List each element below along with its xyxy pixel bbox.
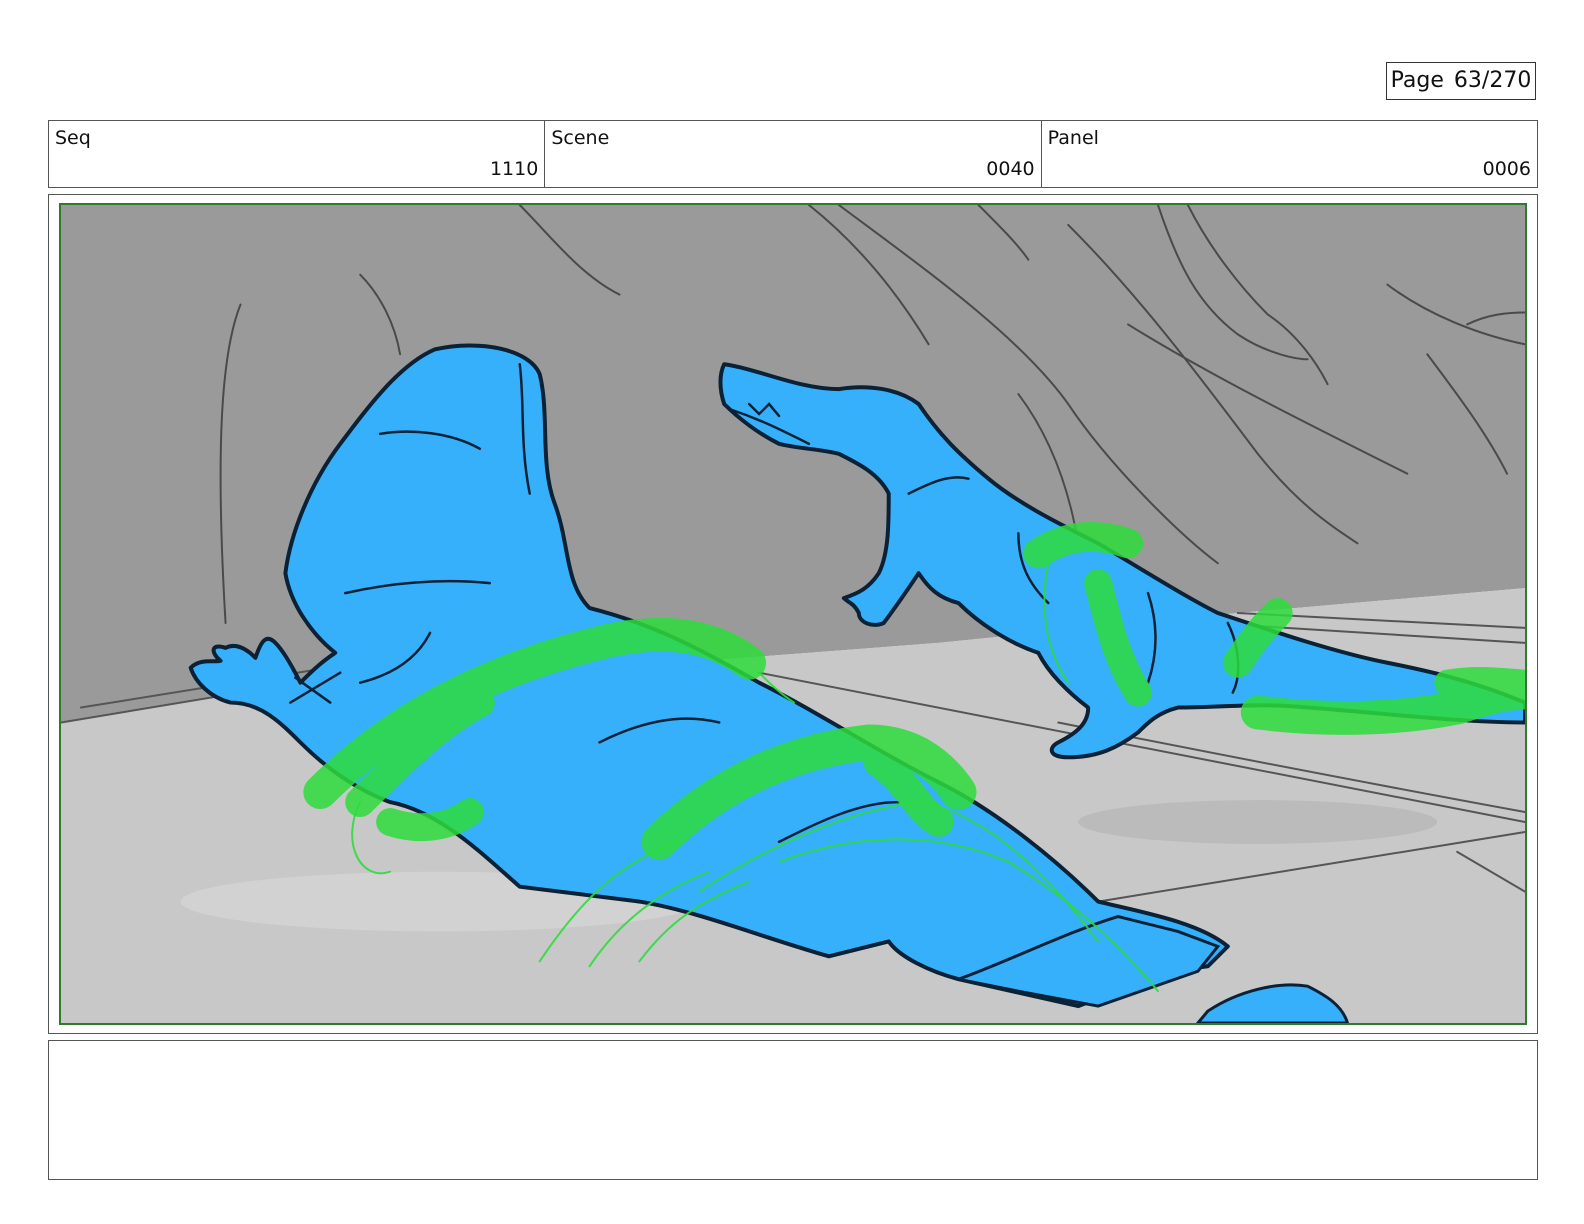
storyboard-header: Seq 1110 Scene 0040 Panel 0006 — [48, 120, 1538, 188]
panel-label: Panel — [1047, 127, 1099, 149]
panel-value: 0006 — [1482, 158, 1531, 180]
panel-cell: Panel 0006 — [1042, 121, 1537, 187]
scene-label: Scene — [551, 127, 610, 149]
seq-label: Seq — [55, 127, 91, 149]
scene-cell: Scene 0040 — [545, 121, 1042, 187]
notes-box — [48, 1040, 1538, 1180]
seq-cell: Seq 1110 — [49, 121, 546, 187]
storyboard-panel-image — [59, 203, 1527, 1025]
storyboard-frame — [48, 194, 1538, 1034]
scene-value: 0040 — [986, 158, 1035, 180]
page-counter-value: 63/270 — [1453, 68, 1532, 93]
page-counter: Page 63/270 — [1386, 62, 1536, 100]
seq-value: 1110 — [489, 158, 539, 180]
sketch-drawing — [61, 205, 1525, 1023]
floor-shadow — [1078, 800, 1438, 844]
page-counter-label: Page — [1390, 68, 1444, 93]
